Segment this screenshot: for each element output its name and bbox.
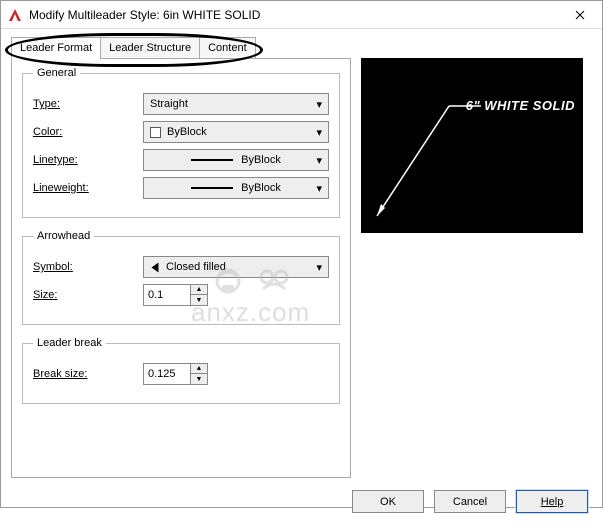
tab-panel: General Type: Straight ▾ Color: bbox=[11, 58, 351, 478]
button-bar: OK Cancel Help bbox=[1, 478, 602, 525]
help-button[interactable]: Help bbox=[516, 490, 588, 513]
main-area: Leader Format Leader Structure Content G… bbox=[11, 37, 592, 478]
chevron-down-icon: ▾ bbox=[316, 98, 322, 111]
titlebar: Modify Multileader Style: 6in WHITE SOLI… bbox=[1, 1, 602, 29]
type-select[interactable]: Straight ▾ bbox=[143, 93, 329, 115]
chevron-down-icon: ▾ bbox=[316, 126, 322, 139]
size-label: Size: bbox=[33, 289, 143, 301]
color-swatch-icon bbox=[150, 127, 161, 138]
cancel-button[interactable]: Cancel bbox=[434, 490, 506, 513]
size-spin-down[interactable]: ▼ bbox=[191, 295, 207, 305]
lineweight-select[interactable]: ByBlock ▾ bbox=[143, 177, 329, 199]
color-value: ByBlock bbox=[167, 126, 207, 138]
leaderbreak-legend: Leader break bbox=[33, 337, 106, 349]
window-title: Modify Multileader Style: 6in WHITE SOLI… bbox=[29, 8, 558, 22]
size-input[interactable] bbox=[143, 284, 191, 306]
preview-pane: 6" WHITE SOLID bbox=[361, 58, 583, 233]
breaksize-label: Break size: bbox=[33, 368, 143, 380]
arrowhead-legend: Arrowhead bbox=[33, 230, 94, 242]
type-value: Straight bbox=[150, 98, 188, 110]
dialog-window: Modify Multileader Style: 6in WHITE SOLI… bbox=[0, 0, 603, 508]
linetype-preview-icon bbox=[191, 159, 233, 161]
symbol-value: Closed filled bbox=[166, 261, 226, 273]
breaksize-spin-down[interactable]: ▼ bbox=[191, 374, 207, 384]
general-legend: General bbox=[33, 67, 80, 79]
arrowhead-icon bbox=[152, 262, 159, 272]
type-label: Type: bbox=[33, 98, 143, 110]
breaksize-spin-up[interactable]: ▲ bbox=[191, 364, 207, 374]
general-group: General Type: Straight ▾ Color: bbox=[22, 67, 340, 218]
lineweight-preview-icon bbox=[191, 187, 233, 189]
symbol-label: Symbol: bbox=[33, 261, 143, 273]
app-logo-icon bbox=[7, 7, 23, 23]
leaderbreak-group: Leader break Break size: ▲ ▼ bbox=[22, 337, 340, 404]
ok-button[interactable]: OK bbox=[352, 490, 424, 513]
lineweight-value: ByBlock bbox=[241, 182, 281, 194]
color-select[interactable]: ByBlock ▾ bbox=[143, 121, 329, 143]
linetype-select[interactable]: ByBlock ▾ bbox=[143, 149, 329, 171]
chevron-down-icon: ▾ bbox=[316, 182, 322, 195]
symbol-select[interactable]: Closed filled ▾ bbox=[143, 256, 329, 278]
close-button[interactable] bbox=[558, 1, 602, 29]
tab-leader-structure[interactable]: Leader Structure bbox=[100, 37, 200, 59]
tabs-bar: Leader Format Leader Structure Content bbox=[11, 37, 351, 59]
chevron-down-icon: ▾ bbox=[316, 154, 322, 167]
tab-content[interactable]: Content bbox=[199, 37, 256, 59]
left-column: Leader Format Leader Structure Content G… bbox=[11, 37, 351, 478]
content-area: Leader Format Leader Structure Content G… bbox=[1, 29, 602, 478]
chevron-down-icon: ▾ bbox=[316, 261, 322, 274]
tab-leader-format[interactable]: Leader Format bbox=[11, 37, 101, 59]
arrowhead-group: Arrowhead Symbol: Closed filled ▾ Size: bbox=[22, 230, 340, 325]
linetype-label: Linetype: bbox=[33, 154, 143, 166]
size-spin-up[interactable]: ▲ bbox=[191, 285, 207, 295]
linetype-value: ByBlock bbox=[241, 154, 281, 166]
preview-text: 6" WHITE SOLID bbox=[466, 98, 575, 113]
lineweight-label: Lineweight: bbox=[33, 182, 143, 194]
leader-line-icon bbox=[361, 58, 583, 233]
color-label: Color: bbox=[33, 126, 143, 138]
breaksize-input[interactable] bbox=[143, 363, 191, 385]
